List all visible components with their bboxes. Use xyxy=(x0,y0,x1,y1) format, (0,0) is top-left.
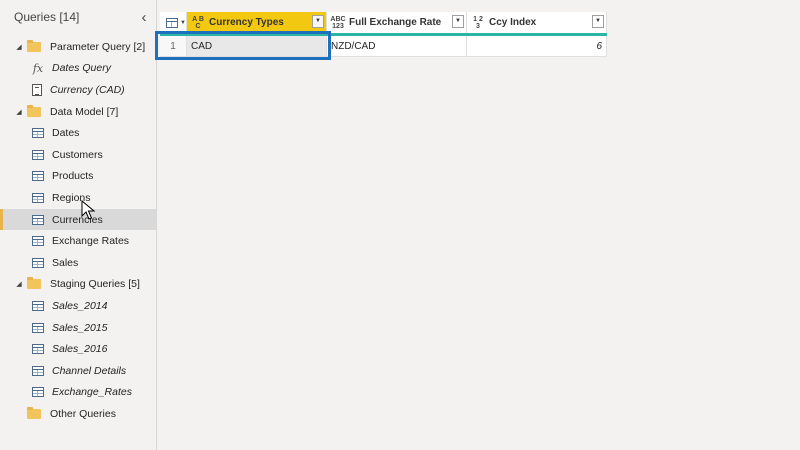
query-item[interactable]: Regions xyxy=(0,187,156,209)
table-icon xyxy=(32,214,44,225)
query-item[interactable]: Products xyxy=(0,166,156,188)
query-item-label: Sales_2014 xyxy=(52,299,108,312)
query-item[interactable]: fx Dates Query xyxy=(0,58,156,80)
query-item[interactable]: Customers xyxy=(0,144,156,166)
query-item-label: Dates xyxy=(52,127,80,140)
query-item-label: Currencies xyxy=(52,213,103,226)
folder-icon xyxy=(27,406,41,419)
query-item-label: Products xyxy=(52,170,94,183)
column-header-currency-types[interactable]: A BC Currency Types ▼ xyxy=(187,12,327,33)
query-group[interactable]: Other Queries xyxy=(0,403,156,425)
table-icon xyxy=(32,344,44,355)
parameter-icon xyxy=(32,83,42,96)
query-item[interactable]: Sales xyxy=(0,252,156,274)
query-item[interactable]: Dates xyxy=(0,122,156,144)
queries-tree: ◢ Parameter Query [2] fx Dates Query Currenc… xyxy=(0,36,156,425)
query-item-label: Sales xyxy=(52,256,79,269)
fx-icon: fx xyxy=(32,61,44,75)
query-group-label: Staging Queries [5] xyxy=(50,278,140,291)
query-item-label: Sales_2016 xyxy=(52,343,108,356)
query-item[interactable]: Currency (CAD) xyxy=(0,79,156,101)
data-grid: ▼ A BC Currency Types ▼ ABC 123 Full Exch… xyxy=(160,12,607,57)
query-group-label: Data Model [7] xyxy=(50,105,119,118)
query-item-label: Customers xyxy=(52,148,103,161)
abc-123-any-type-icon[interactable]: ABC 123 xyxy=(330,16,346,30)
column-header-full-exchange-rate[interactable]: ABC 123 Full Exchange Rate ▼ xyxy=(327,12,467,33)
table-icon xyxy=(32,300,44,311)
grid-header: ▼ A BC Currency Types ▼ ABC 123 Full Exch… xyxy=(160,12,607,36)
queries-pane-header: Queries [14] ‹ xyxy=(14,9,150,26)
table-icon xyxy=(32,149,44,160)
table-icon xyxy=(32,257,44,268)
query-item-label: Sales_2015 xyxy=(52,321,108,334)
table-icon xyxy=(32,236,44,247)
query-item[interactable]: Channel Details xyxy=(0,360,156,382)
query-item[interactable]: Currencies xyxy=(0,208,156,231)
cell-currency-types[interactable]: CAD xyxy=(187,36,327,56)
mouse-cursor-icon xyxy=(81,200,95,220)
query-group[interactable]: ◢ Data Model [7] xyxy=(0,101,156,123)
query-item[interactable]: Exchange Rates xyxy=(0,230,156,252)
folder-icon xyxy=(27,277,41,290)
queries-pane: Queries [14] ‹ ◢ Parameter Query [2] fx Dat… xyxy=(0,0,157,450)
query-group[interactable]: ◢ Parameter Query [2] xyxy=(0,36,156,58)
table-corner-menu[interactable]: ▼ xyxy=(160,12,187,33)
table-icon xyxy=(32,387,44,398)
collapse-pane-icon[interactable]: ‹ xyxy=(138,9,150,26)
table-icon xyxy=(166,17,178,28)
chevron-down-icon[interactable]: ▼ xyxy=(452,15,464,28)
table-icon xyxy=(32,171,44,182)
cell-full-exchange-rate[interactable]: NZD/CAD xyxy=(327,36,467,56)
folder-icon xyxy=(27,104,41,117)
table-icon xyxy=(32,192,44,203)
query-group-label: Parameter Query [2] xyxy=(50,40,146,53)
chevron-down-icon[interactable]: ▼ xyxy=(592,15,604,28)
query-group-label: Other Queries xyxy=(50,407,116,420)
queries-pane-title: Queries [14] xyxy=(14,10,80,24)
query-group[interactable]: ◢ Staging Queries [5] xyxy=(0,274,156,296)
table-icon xyxy=(32,365,44,376)
query-item[interactable]: Sales_2016 xyxy=(0,338,156,360)
query-item-label: Channel Details xyxy=(52,364,127,377)
folder-icon xyxy=(27,39,41,52)
abc-text-type-icon[interactable]: A BC xyxy=(190,16,206,30)
query-item[interactable]: Sales_2015 xyxy=(0,317,156,339)
row-number[interactable]: 1 xyxy=(160,36,187,56)
123-number-type-icon[interactable]: 1 23 xyxy=(470,16,486,30)
table-icon xyxy=(32,128,44,139)
query-item-label: Exchange Rates xyxy=(52,235,130,248)
query-item[interactable]: Exchange_Rates xyxy=(0,382,156,404)
caret-expanded-icon[interactable]: ◢ xyxy=(15,43,23,51)
column-header-label: Full Exchange Rate xyxy=(349,17,442,28)
column-header-label: Currency Types xyxy=(209,17,284,28)
query-item[interactable]: Sales_2014 xyxy=(0,295,156,317)
query-item-label: Exchange_Rates xyxy=(52,386,132,399)
query-item-label: Currency (CAD) xyxy=(50,83,125,96)
column-header-label: Ccy Index xyxy=(489,17,537,28)
cell-ccy-index[interactable]: 6 xyxy=(467,36,607,56)
caret-expanded-icon[interactable]: ◢ xyxy=(15,108,23,116)
table-icon xyxy=(32,322,44,333)
caret-expanded-icon[interactable]: ◢ xyxy=(15,280,23,288)
column-header-ccy-index[interactable]: 1 23 Ccy Index ▼ xyxy=(467,12,607,33)
chevron-down-icon: ▼ xyxy=(180,19,186,26)
query-item-label: Dates Query xyxy=(52,62,111,75)
table-row: 1 CAD NZD/CAD 6 xyxy=(160,36,607,57)
filter-dropdown-icon[interactable]: ▼ xyxy=(312,15,324,28)
